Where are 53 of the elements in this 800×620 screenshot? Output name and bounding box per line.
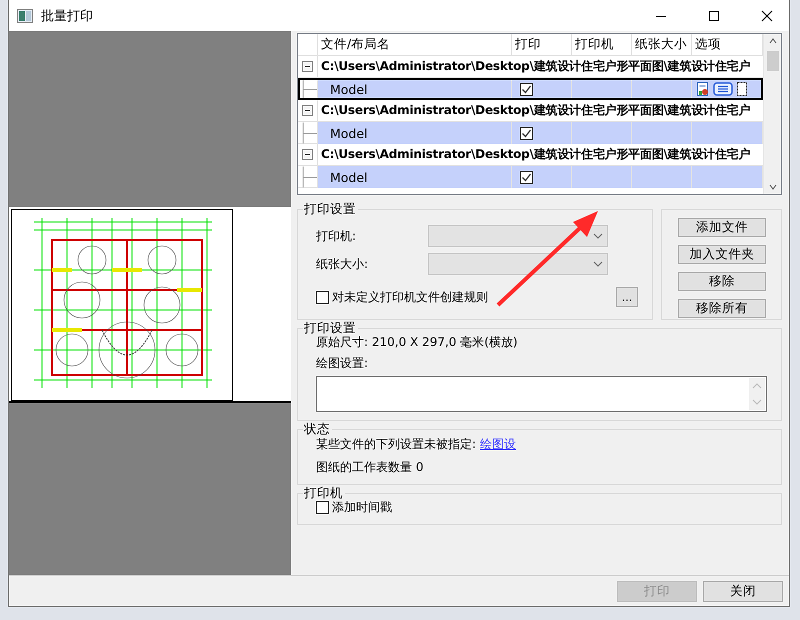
column-header[interactable]: 纸张大小 — [632, 34, 692, 55]
document-icon[interactable] — [696, 81, 710, 97]
checkbox[interactable] — [316, 290, 329, 304]
file-button[interactable]: 移除所有 — [678, 299, 766, 318]
layout-name[interactable]: Model — [318, 122, 512, 144]
plot-settings-link[interactable]: 绘图设 — [480, 436, 516, 453]
print-checkbox[interactable] — [520, 170, 533, 184]
column-header[interactable]: 打印 — [512, 34, 572, 55]
stack-icon[interactable] — [713, 82, 733, 96]
layout-name[interactable]: Model — [318, 166, 512, 188]
column-header[interactable]: 文件/布局名 — [318, 34, 512, 55]
expander-icon[interactable] — [302, 149, 313, 160]
status-text: 某些文件的下列设置未被指定: — [316, 436, 476, 453]
dialog-button[interactable]: 关闭 — [703, 580, 783, 602]
paper-size-label: 纸张大小: — [316, 256, 370, 272]
group-title: 打印设置 — [303, 201, 358, 217]
group-title: 打印设置 — [303, 320, 358, 336]
column-header[interactable]: 打印机 — [572, 34, 632, 55]
dashed-frame-icon[interactable] — [736, 81, 748, 97]
original-size-text: 原始尺寸: 210,0 X 297,0 毫米(横放) — [316, 334, 519, 351]
file-button[interactable]: 加入文件夹 — [678, 245, 766, 264]
print-checkbox[interactable] — [520, 126, 533, 140]
dropdown[interactable] — [428, 253, 608, 275]
print-checkbox[interactable] — [520, 82, 533, 96]
browse-button[interactable]: ... — [616, 287, 638, 307]
plot-settings-field[interactable] — [316, 376, 767, 412]
file-button[interactable]: 添加文件 — [678, 218, 766, 237]
file-path[interactable]: C:\Users\Administrator\Desktop\建筑设计住宅户形平面图\建筑设计住宅户 — [318, 100, 763, 121]
maximize-icon[interactable] — [708, 10, 720, 22]
close-icon[interactable] — [760, 10, 772, 22]
checkbox-label[interactable]: 对未定义打印机文件创建规则 — [332, 288, 488, 306]
file-path[interactable]: C:\Users\Administrator\Desktop\建筑设计住宅户形平面图\建筑设计住宅户 — [318, 56, 763, 77]
plot-settings-label: 绘图设置: — [316, 355, 370, 372]
group-title: 打印机 — [303, 485, 345, 501]
file-path[interactable]: C:\Users\Administrator\Desktop\建筑设计住宅户形平面图\建筑设计住宅户 — [318, 144, 763, 165]
chevron-down-icon — [593, 233, 603, 239]
scrollbar[interactable] — [763, 34, 781, 194]
dropdown[interactable] — [428, 225, 608, 247]
scroll-up-icon — [752, 383, 762, 389]
checkbox[interactable] — [316, 501, 329, 514]
sheet-count-text: 图纸的工作表数量 0 — [316, 459, 424, 476]
printer-label: 打印机: — [316, 228, 358, 244]
scroll-down-icon — [752, 399, 762, 405]
group-title: 状态 — [303, 421, 332, 437]
expander-icon[interactable] — [302, 61, 313, 72]
scroll-thumb[interactable] — [766, 51, 778, 71]
checkbox-label[interactable]: 添加时间戳 — [332, 499, 392, 516]
window-title: 批量打印 — [41, 8, 93, 24]
chevron-down-icon — [593, 261, 603, 267]
layout-name[interactable]: Model — [318, 78, 512, 100]
app-icon — [17, 8, 33, 22]
expander-icon[interactable] — [302, 105, 313, 116]
file-button[interactable]: 移除 — [678, 272, 766, 291]
